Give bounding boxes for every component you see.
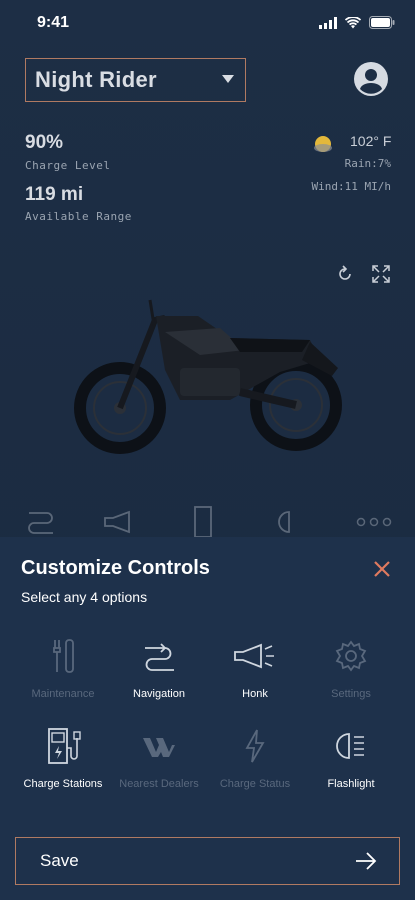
vehicle-name: Night Rider [35, 67, 157, 92]
status-icons [319, 16, 395, 29]
weather-temperature: 102° F [350, 133, 392, 149]
battery-icon [369, 16, 395, 29]
profile-icon[interactable] [353, 61, 389, 97]
range-label: Available Range [25, 210, 132, 223]
sheet-title: Customize Controls [21, 557, 210, 579]
vehicle-selector[interactable]: Night Rider [25, 58, 246, 102]
horn-icon [104, 510, 130, 534]
route-icon [145, 643, 174, 671]
wrench-icon [53, 639, 74, 673]
option-honk[interactable]: Honk [200, 636, 310, 700]
status-bar: 9:41 [0, 0, 415, 48]
status-time: 9:41 [37, 14, 70, 31]
arrow-right-icon [356, 852, 377, 870]
option-nearest-dealers[interactable]: Nearest Dealers [104, 726, 214, 790]
weather-rain: Rain:7% [344, 157, 391, 170]
range-value: 119 mi [25, 184, 84, 205]
app-screen: 9:41 Night Rider 90% Charge Level 119 mi… [0, 0, 415, 900]
option-settings[interactable]: Settings [296, 636, 406, 700]
option-label: Maintenance [31, 688, 95, 700]
headlight-icon [336, 733, 364, 759]
option-label: Flashlight [327, 778, 375, 790]
charge-level-label: Charge Level [25, 159, 111, 172]
expand-icon[interactable] [372, 265, 390, 283]
sheet-subtitle: Select any 4 options [21, 589, 148, 605]
option-charge-status[interactable]: Charge Status [200, 726, 310, 790]
option-charge-stations[interactable]: Charge Stations [8, 726, 118, 790]
chevron-down-icon [222, 75, 234, 83]
option-flashlight[interactable]: Flashlight [296, 726, 406, 790]
headlight-icon [278, 511, 290, 533]
option-label: Nearest Dealers [119, 778, 199, 790]
motorcycle-image [74, 299, 342, 454]
quick-controls-bar [0, 505, 415, 540]
dealer-logo-icon [143, 738, 175, 757]
charge-station-icon [48, 728, 81, 764]
save-button[interactable]: Save [15, 837, 400, 885]
option-label: Settings [331, 688, 371, 700]
option-maintenance[interactable]: Maintenance [8, 636, 118, 700]
signal-icon [319, 16, 337, 29]
wifi-icon [345, 16, 361, 28]
weather-wind: Wind:11 MI/h [311, 180, 391, 193]
option-label: Navigation [133, 688, 185, 700]
gear-icon [335, 640, 367, 672]
option-navigation[interactable]: Navigation [104, 636, 214, 700]
option-label: Charge Status [219, 778, 291, 790]
sun-cloud-icon [314, 136, 332, 152]
route-icon [28, 512, 53, 534]
close-icon[interactable] [372, 559, 392, 579]
option-label: Honk [242, 688, 268, 700]
more-icon [356, 517, 392, 527]
charge-level-value: 90% [25, 132, 64, 153]
save-label: Save [40, 851, 79, 870]
charge-station-icon [194, 506, 212, 538]
bolt-icon [245, 729, 265, 763]
option-label: Charge Stations [23, 778, 103, 790]
horn-icon [234, 643, 274, 669]
